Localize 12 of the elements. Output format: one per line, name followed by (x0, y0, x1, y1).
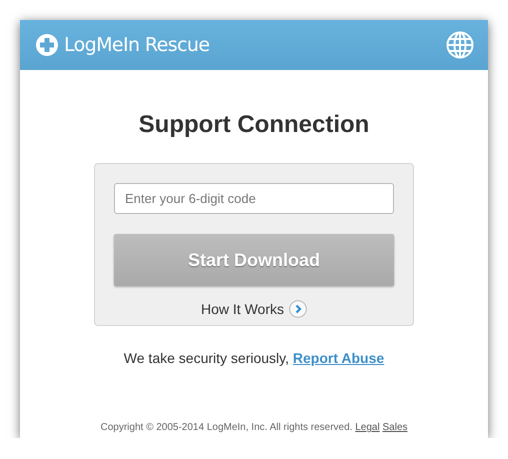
report-abuse-link[interactable]: Report Abuse (292, 350, 384, 366)
code-input-field[interactable]: Enter your 6-digit code (114, 183, 394, 214)
copyright-text: Copyright © 2005-2014 LogMeIn, Inc. All rights reserved. (100, 422, 352, 433)
security-text: We take security seriously, (124, 350, 290, 366)
page-heading: Support Connection (138, 110, 370, 140)
globe-icon[interactable] (446, 31, 474, 59)
footer-link[interactable]: Legal (355, 422, 380, 433)
plus-icon (36, 34, 58, 56)
footer-link[interactable]: Sales (382, 422, 408, 433)
how-it-works-link[interactable]: How It Works (201, 301, 284, 317)
chevron-right-icon[interactable] (288, 300, 307, 318)
app-title: LogMeIn Rescue (64, 34, 210, 56)
